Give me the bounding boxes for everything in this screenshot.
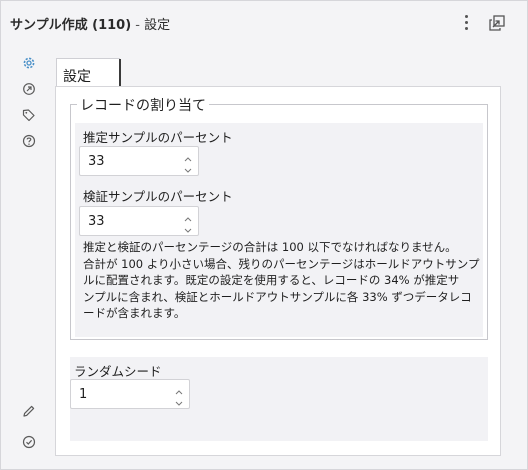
content-area: 設定 レコードの割り当て 推定サンプルのパーセント 33 検証サンプルのパーセン…	[45, 52, 502, 458]
validation-percent-stepper[interactable]	[79, 206, 199, 236]
sidebar-item-annotation[interactable]	[14, 102, 44, 128]
tag-icon	[22, 109, 35, 122]
tab-settings[interactable]: 設定	[56, 58, 121, 87]
random-seed-stepper[interactable]	[70, 379, 190, 409]
sidebar-item-complete[interactable]	[14, 429, 44, 455]
window-title: サンプル作成 (110) - 設定	[10, 14, 170, 33]
random-seed-input[interactable]	[71, 380, 161, 408]
estimation-percent-input[interactable]	[80, 147, 170, 175]
estimation-percent-label: 推定サンプルのパーセント	[83, 130, 233, 145]
tab-settings-label: 設定	[63, 69, 91, 85]
help-icon	[22, 134, 36, 148]
help-text-line: 合計が 100 より小さい場合、残りのパーセンテージはホールドアウトサンプ	[83, 256, 480, 271]
sidebar-item-connections[interactable]	[14, 76, 44, 102]
more-options-icon[interactable]	[463, 15, 469, 31]
sidebar	[14, 48, 44, 461]
chevron-up-icon[interactable]	[173, 383, 185, 395]
validation-percent-label: 検証サンプルのパーセント	[83, 189, 233, 204]
validation-spinner[interactable]	[182, 210, 194, 234]
help-text-line: ンプルに含まれ、検証とホールドアウトサンプルに各 33% ずつデータレコ	[83, 289, 472, 304]
window-title-suffix: 設定	[144, 18, 171, 33]
window-title-separator: -	[131, 18, 145, 33]
sidebar-item-settings[interactable]	[14, 50, 44, 76]
chevron-up-icon[interactable]	[182, 150, 194, 162]
connection-icon	[23, 83, 35, 95]
chevron-up-icon[interactable]	[182, 210, 194, 222]
record-allocation-legend: レコードの割り当て	[77, 95, 209, 115]
window: サンプル作成 (110) - 設定 設定 レコードの割り当て 推定サンプルのパー…	[0, 0, 528, 470]
help-text-line: 推定と検証のパーセンテージの合計は 100 以下でなければなりません。	[83, 240, 457, 254]
window-title-tool: サンプル作成 (110)	[10, 18, 132, 33]
random-seed-section: ランダムシード	[70, 357, 488, 441]
check-circle-icon	[22, 435, 36, 449]
sidebar-item-help[interactable]	[14, 128, 44, 154]
validation-percent-input[interactable]	[80, 207, 170, 235]
random-seed-label: ランダムシード	[74, 364, 162, 379]
chevron-down-icon[interactable]	[182, 162, 194, 174]
sidebar-item-edit[interactable]	[14, 398, 44, 424]
pop-out-icon[interactable]	[488, 14, 506, 32]
pencil-icon	[23, 405, 35, 417]
random-seed-spinner[interactable]	[173, 383, 185, 407]
settings-icon	[23, 57, 35, 69]
record-allocation-group: レコードの割り当て 推定サンプルのパーセント 33 検証サンプルのパーセント 3…	[70, 95, 488, 340]
estimation-percent-stepper[interactable]	[79, 146, 199, 176]
help-text-line: ードが含まれます。	[83, 306, 186, 320]
help-text-line: ルに配置されます。既定の設定を使用すると、レコードの 34% が推定サ	[83, 273, 460, 287]
chevron-down-icon[interactable]	[182, 222, 194, 234]
allocation-help-text: 推定と検証のパーセンテージの合計は 100 以下でなければなりません。 合計が …	[83, 239, 481, 322]
settings-panel: レコードの割り当て 推定サンプルのパーセント 33 検証サンプルのパーセント 3…	[55, 86, 501, 456]
record-allocation-body: 推定サンプルのパーセント 検証サンプルのパーセント	[75, 123, 483, 337]
estimation-spinner[interactable]	[182, 150, 194, 174]
chevron-down-icon[interactable]	[173, 395, 185, 407]
title-bar: サンプル作成 (110) - 設定	[1, 1, 527, 45]
